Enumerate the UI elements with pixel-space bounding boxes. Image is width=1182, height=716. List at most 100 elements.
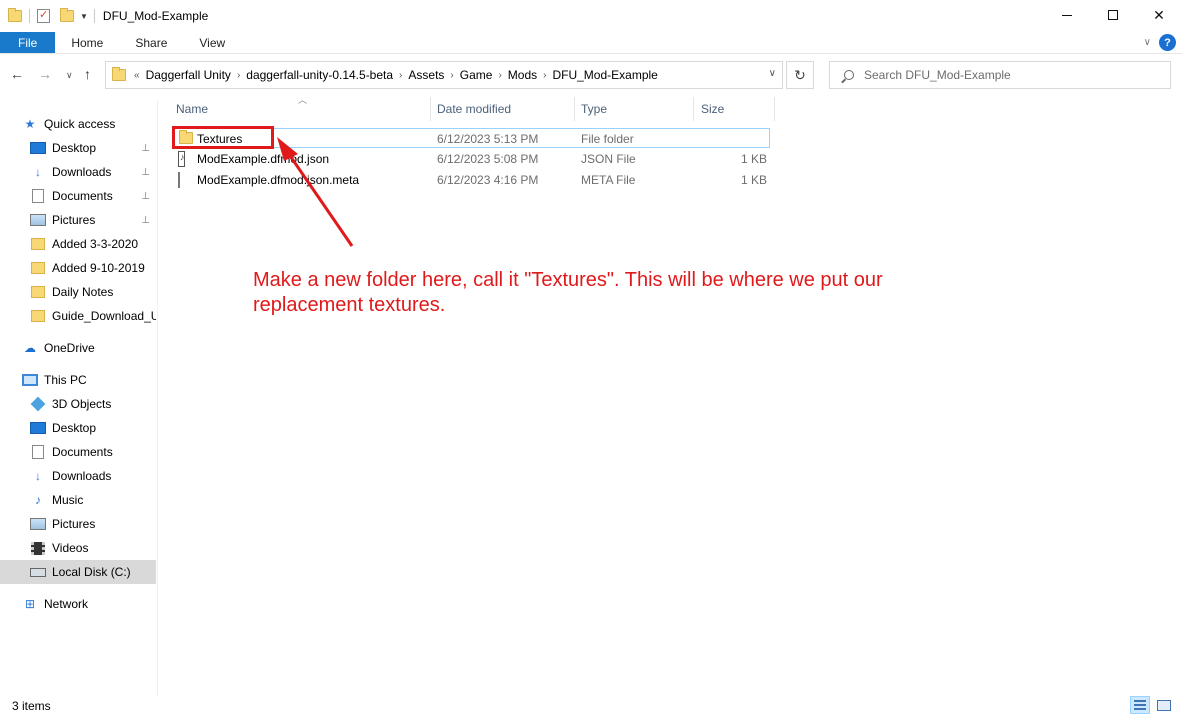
chevron-right-icon[interactable]: ›: [450, 70, 453, 81]
sidebar-item-documents-pc[interactable]: Documents: [30, 440, 156, 464]
minimize-button[interactable]: [1044, 0, 1090, 30]
table-row[interactable]: ModExample.dfmod.json.meta 6/12/2023 4:1…: [172, 170, 770, 190]
blank-file-icon: [178, 172, 180, 188]
new-folder-icon[interactable]: [60, 8, 74, 22]
large-icons-view-icon: [1157, 699, 1171, 711]
sidebar-item-videos[interactable]: Videos: [30, 536, 156, 560]
pin-icon[interactable]: ⊥: [141, 215, 150, 226]
sidebar-item-desktop-pc[interactable]: Desktop: [30, 416, 156, 440]
breadcrumb-item[interactable]: Daggerfall Unity: [146, 68, 231, 82]
column-divider[interactable]: [430, 97, 431, 121]
sidebar-item-added-9-10-2019[interactable]: Added 9-10-2019: [30, 256, 156, 280]
sidebar-item-downloads-pc[interactable]: ↓ Downloads: [30, 464, 156, 488]
file-explorer-window: ▼ DFU_Mod-Example ✕ File Home Share View…: [0, 0, 1182, 716]
tab-share[interactable]: Share: [119, 32, 183, 53]
sidebar-item-quick-access[interactable]: ★ Quick access: [22, 112, 178, 136]
column-header-date-modified[interactable]: Date modified: [437, 95, 511, 123]
sidebar-item-label: Guide_Download_U: [52, 309, 156, 323]
sidebar-item-local-disk[interactable]: Local Disk (C:): [0, 560, 156, 584]
table-row[interactable]: ModExample.dfmod.json 6/12/2023 5:08 PM …: [172, 149, 770, 169]
properties-icon[interactable]: [37, 8, 50, 23]
tab-view[interactable]: View: [183, 32, 241, 53]
ribbon-right-controls: ∨ ?: [1144, 34, 1176, 51]
column-divider[interactable]: [693, 97, 694, 121]
sidebar-item-onedrive[interactable]: ☁ OneDrive: [22, 336, 178, 360]
maximize-icon: [1108, 10, 1118, 20]
breadcrumb-item[interactable]: Game: [460, 68, 493, 82]
item-count: 3 items: [12, 699, 51, 713]
forward-arrow-icon[interactable]: →: [38, 66, 52, 82]
status-bar: 3 items: [0, 696, 1182, 716]
pin-icon[interactable]: ⊥: [141, 143, 150, 154]
file-size: 1 KB: [740, 173, 767, 187]
maximize-button[interactable]: [1090, 0, 1136, 30]
column-header-name[interactable]: Name: [176, 95, 208, 123]
desktop-icon: [30, 142, 46, 154]
breadcrumb-overflow[interactable]: «: [134, 70, 140, 81]
sidebar-item-added-3-3-2020[interactable]: Added 3-3-2020: [30, 232, 156, 256]
column-header-type[interactable]: Type: [581, 95, 607, 123]
pin-icon[interactable]: ⊥: [141, 167, 150, 178]
sidebar-item-pictures-pc[interactable]: Pictures: [30, 512, 156, 536]
address-bar[interactable]: « Daggerfall Unity › daggerfall-unity-0.…: [105, 61, 783, 89]
breadcrumb-item[interactable]: Mods: [508, 68, 537, 82]
sidebar-item-label: Desktop: [52, 141, 97, 155]
customize-toolbar-chevron-icon[interactable]: ▼: [80, 12, 88, 21]
column-divider[interactable]: [574, 97, 575, 121]
column-divider[interactable]: [774, 97, 775, 121]
download-arrow-icon: ↓: [35, 165, 41, 179]
sidebar-item-desktop[interactable]: Desktop ⊥: [30, 136, 156, 160]
film-icon: [31, 541, 45, 555]
folder-icon: [112, 67, 126, 81]
recent-locations-chevron-icon[interactable]: ∨: [66, 70, 73, 81]
search-box[interactable]: [829, 61, 1171, 89]
sidebar-item-label: Pictures: [52, 213, 96, 227]
chevron-right-icon[interactable]: ›: [237, 70, 240, 81]
sidebar-item-music[interactable]: ♪ Music: [30, 488, 156, 512]
column-header-size[interactable]: Size: [701, 95, 724, 123]
sidebar-item-guide-download[interactable]: Guide_Download_U: [30, 304, 156, 328]
minimize-icon: [1062, 14, 1072, 16]
view-switcher: [1130, 696, 1174, 714]
file-date: 6/12/2023 5:08 PM: [437, 152, 539, 166]
sidebar-item-label: Desktop: [52, 421, 97, 435]
details-view-button[interactable]: [1130, 696, 1150, 714]
sidebar-item-this-pc[interactable]: This PC: [22, 368, 178, 392]
sidebar-item-daily-notes[interactable]: Daily Notes: [30, 280, 156, 304]
up-arrow-icon[interactable]: ↑: [84, 66, 91, 82]
pictures-icon: [30, 214, 46, 226]
refresh-button[interactable]: ↻: [786, 61, 814, 89]
sidebar-item-label: Quick access: [44, 117, 116, 131]
back-arrow-icon[interactable]: ←: [10, 66, 24, 82]
folder-icon: [31, 310, 45, 322]
chevron-right-icon[interactable]: ›: [543, 70, 546, 81]
breadcrumb-item-current[interactable]: DFU_Mod-Example: [552, 68, 657, 82]
sidebar-item-documents[interactable]: Documents ⊥: [30, 184, 156, 208]
chevron-right-icon[interactable]: ›: [498, 70, 501, 81]
pin-icon[interactable]: ⊥: [141, 191, 150, 202]
search-input[interactable]: [864, 68, 1144, 82]
file-size: 1 KB: [740, 152, 767, 166]
file-date: 6/12/2023 5:13 PM: [437, 132, 539, 146]
sidebar-item-network[interactable]: ⊞ Network: [22, 592, 178, 616]
folder-icon: [31, 262, 45, 274]
tab-file[interactable]: File: [0, 32, 56, 53]
address-history-chevron-icon[interactable]: ∨: [769, 68, 776, 79]
close-button[interactable]: ✕: [1136, 0, 1182, 30]
breadcrumb-item[interactable]: Assets: [408, 68, 444, 82]
help-icon[interactable]: ?: [1159, 34, 1176, 51]
tab-home[interactable]: Home: [55, 32, 119, 53]
pane-divider[interactable]: [157, 100, 158, 696]
sidebar-item-label: 3D Objects: [52, 397, 112, 411]
chevron-right-icon[interactable]: ›: [399, 70, 402, 81]
sidebar-item-downloads[interactable]: ↓ Downloads ⊥: [30, 160, 156, 184]
sidebar-item-pictures[interactable]: Pictures ⊥: [30, 208, 156, 232]
large-icons-view-button[interactable]: [1154, 696, 1174, 714]
sidebar-item-3d-objects[interactable]: 3D Objects: [30, 392, 156, 416]
folder-icon: [31, 286, 45, 298]
sidebar-item-label: Documents: [52, 189, 113, 203]
breadcrumb-item[interactable]: daggerfall-unity-0.14.5-beta: [246, 68, 393, 82]
sidebar-item-label: Network: [44, 597, 89, 611]
sidebar-item-label: OneDrive: [44, 341, 95, 355]
expand-ribbon-chevron-icon[interactable]: ∨: [1144, 37, 1151, 48]
